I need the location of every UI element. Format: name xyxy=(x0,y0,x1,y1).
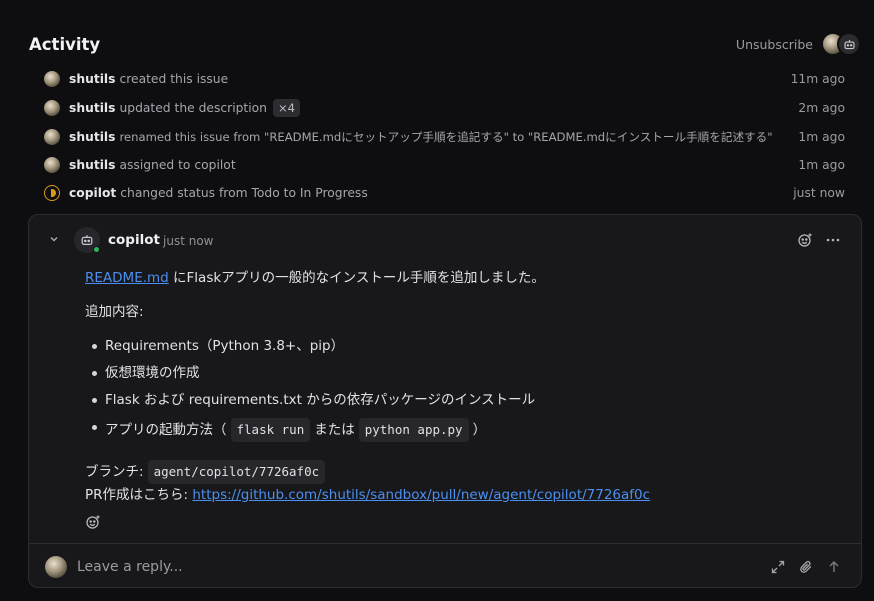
send-icon[interactable] xyxy=(827,560,841,574)
branch-line: ブランチ: agent/copilot/7726af0c xyxy=(85,460,831,484)
more-options-icon[interactable] xyxy=(825,232,841,248)
comment-header: copilot just now xyxy=(29,227,861,255)
copilot-avatar xyxy=(837,32,861,56)
list-item: 仮想環境の作成 xyxy=(85,360,831,387)
user-avatar-icon xyxy=(44,157,60,173)
event-time: just now xyxy=(793,186,845,200)
user-avatar-icon xyxy=(44,128,60,145)
expand-icon[interactable] xyxy=(771,560,785,574)
reply-box xyxy=(45,555,841,579)
pr-line: PR作成はこちら: https://github.com/shutils/san… xyxy=(85,484,831,506)
unsubscribe-button[interactable]: Unsubscribe xyxy=(736,37,813,52)
branch-name: agent/copilot/7726af0c xyxy=(147,460,326,484)
additions-list: Requirements（Python 3.8+、pip） 仮想環境の作成 Fl… xyxy=(85,333,831,446)
comment-intro: README.md にFlaskアプリの一般的なインストール手順を追加しました。 xyxy=(85,269,831,291)
edit-count-badge[interactable]: ×4 xyxy=(272,98,300,117)
list-item: Requirements（Python 3.8+、pip） xyxy=(85,333,831,360)
activity-header: Activity Unsubscribe xyxy=(29,31,861,57)
event-time: 1m ago xyxy=(798,158,845,172)
timeline-event: shutils updated the description ×4 2m ag… xyxy=(44,93,845,122)
list-item-text: ） xyxy=(472,421,487,438)
attach-icon[interactable] xyxy=(799,560,813,574)
in-progress-status-icon xyxy=(44,185,60,201)
timeline-event: shutils renamed this issue from "README.… xyxy=(44,122,845,151)
comment-author[interactable]: copilot xyxy=(108,232,160,248)
timeline-event: copilot changed status from Todo to In P… xyxy=(44,179,845,207)
user-avatar-icon xyxy=(44,70,60,87)
intro-text: にFlaskアプリの一般的なインストール手順を追加しました。 xyxy=(168,270,545,286)
list-item-text: 仮想環境の作成 xyxy=(105,365,200,382)
reply-actions xyxy=(771,560,841,574)
event-text: created this issue xyxy=(119,71,229,86)
copilot-avatar[interactable] xyxy=(74,227,100,253)
event-time: 2m ago xyxy=(798,100,845,115)
online-indicator xyxy=(93,246,100,253)
collapse-chevron-icon[interactable] xyxy=(47,232,61,246)
event-actor[interactable]: shutils xyxy=(69,158,115,172)
branch-label: ブランチ: xyxy=(85,463,144,480)
header-actions: Unsubscribe xyxy=(736,32,861,56)
event-actor[interactable]: shutils xyxy=(69,130,115,144)
comment-card: copilot just now README.md にFlaskアプリの一般的… xyxy=(28,214,862,588)
list-item-text: Requirements（Python 3.8+、pip） xyxy=(105,338,345,355)
user-avatar-icon xyxy=(44,99,60,116)
event-actor[interactable]: copilot xyxy=(69,186,116,200)
event-text: renamed this issue from "README.mdにセットアッ… xyxy=(119,129,773,144)
comment-actions xyxy=(797,232,841,248)
list-item-text: アプリの起動方法（ xyxy=(105,421,227,438)
additions-heading: 追加内容: xyxy=(85,304,144,320)
list-item-text: Flask および requirements.txt からの依存パッケージのイン… xyxy=(105,392,536,409)
divider xyxy=(29,543,861,544)
add-reaction-icon[interactable] xyxy=(85,514,103,532)
list-item: Flask および requirements.txt からの依存パッケージのイン… xyxy=(85,387,831,414)
event-time: 1m ago xyxy=(798,129,845,144)
pr-label: PR作成はこちら: xyxy=(85,486,189,503)
readme-link[interactable]: README.md xyxy=(85,270,169,286)
participants-avatars[interactable] xyxy=(821,32,861,56)
bot-icon xyxy=(81,235,93,245)
add-reaction-icon[interactable] xyxy=(797,232,813,248)
event-text: assigned to copilot xyxy=(119,158,236,172)
bot-icon xyxy=(843,39,855,49)
event-text: updated the description xyxy=(119,100,267,115)
event-time: 11m ago xyxy=(790,71,845,86)
inline-code: python app.py xyxy=(358,418,469,442)
activity-title: Activity xyxy=(29,34,101,54)
reply-input[interactable] xyxy=(77,559,677,575)
timeline-event: shutils assigned to copilot 1m ago xyxy=(44,151,845,179)
user-avatar xyxy=(45,556,67,578)
pr-link[interactable]: https://github.com/shutils/sandbox/pull/… xyxy=(192,486,650,505)
list-item-text: または xyxy=(314,421,355,438)
comment-time: just now xyxy=(163,234,214,248)
event-actor[interactable]: shutils xyxy=(69,101,115,115)
timeline-event: shutils created this issue 11m ago xyxy=(44,64,845,93)
activity-timeline: shutils created this issue 11m ago shuti… xyxy=(44,64,845,207)
event-actor[interactable]: shutils xyxy=(69,72,115,86)
list-item: アプリの起動方法（ flask run または python app.py） xyxy=(85,414,831,446)
comment-body: README.md にFlaskアプリの一般的なインストール手順を追加しました。… xyxy=(85,269,831,532)
event-text: changed status from Todo to In Progress xyxy=(120,186,368,200)
inline-code: flask run xyxy=(230,418,311,442)
